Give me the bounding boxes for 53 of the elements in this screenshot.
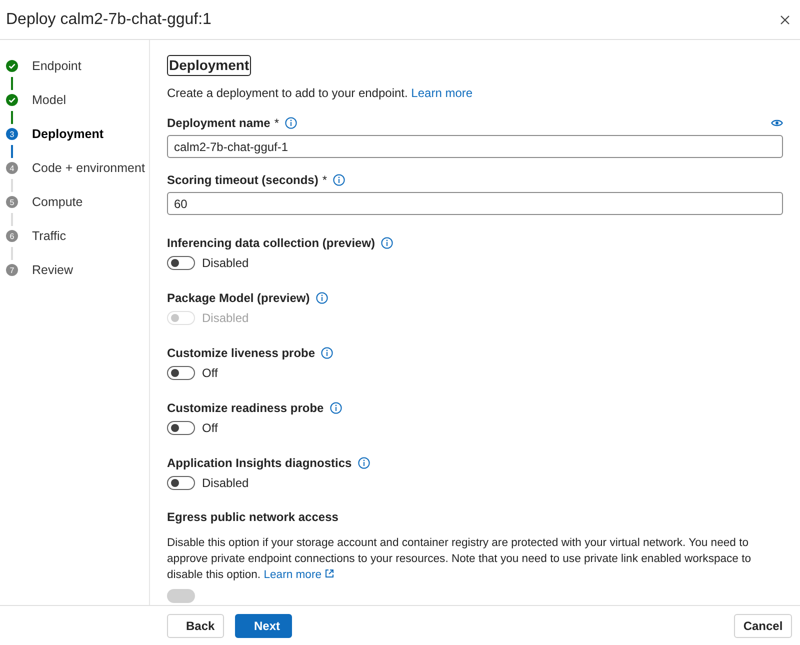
info-icon[interactable] [285, 117, 298, 129]
toggle-switch[interactable] [167, 421, 195, 435]
field-label: Scoring timeout (seconds) [167, 173, 318, 187]
info-icon[interactable] [316, 292, 328, 304]
section-description: Create a deployment to add to your endpoint. Learn more [167, 85, 474, 101]
eye-icon[interactable] [771, 119, 783, 127]
wizard-step[interactable]: Model [32, 93, 66, 107]
learn-more-link[interactable]: Learn more [264, 569, 334, 581]
field-label: Deployment name [167, 116, 270, 130]
close-button[interactable] [778, 12, 792, 26]
info-icon[interactable] [330, 402, 342, 414]
cancel-button[interactable]: Cancel [734, 614, 792, 638]
toggle-switch[interactable] [167, 476, 195, 490]
toggle-state: Disabled [202, 256, 249, 270]
toggle-label: Package Model (preview) [167, 291, 310, 305]
step-number: 7 [6, 264, 18, 276]
toggle-state: Off [202, 421, 218, 435]
step-number: 5 [6, 196, 18, 208]
next-button[interactable]: Next [235, 614, 292, 638]
toggle-label: Customize readiness probe [167, 401, 324, 415]
toggle-switch[interactable] [167, 366, 195, 380]
required-mark: * [322, 173, 328, 187]
toggle-label: Customize liveness probe [167, 346, 316, 360]
toggle-switch[interactable] [167, 256, 195, 270]
info-icon[interactable] [358, 457, 370, 469]
section-subheading: Egress public network access [167, 510, 340, 524]
close-icon [780, 14, 790, 24]
dialog-title: Deploy calm2-7b-chat-gguf:1 [6, 10, 212, 28]
toggle-label: Application Insights diagnostics [167, 456, 352, 470]
required-mark: * [274, 116, 280, 130]
text-field[interactable]: 60 [167, 192, 783, 215]
learn-more-link[interactable]: Learn more [411, 86, 473, 100]
toggle-state: Disabled [202, 476, 249, 490]
wizard-step[interactable]: Review [32, 263, 73, 277]
info-icon[interactable] [321, 347, 334, 359]
egress-description: Disable this option if your storage account and container registry are protected with your virtual network. You need to approve private endpoint connections to your resources. Note that you need to use private link enabled workspace to disable this option. Learn more [167, 536, 752, 583]
toggle-state: Off [202, 366, 218, 380]
info-icon[interactable] [333, 174, 346, 186]
wizard-step[interactable]: Traffic [32, 229, 66, 243]
step-number: 6 [6, 230, 18, 242]
wizard-step[interactable]: Code + environment [32, 161, 145, 175]
toggle-state: Disabled [202, 311, 249, 325]
text-field[interactable]: calm2-7b-chat-gguf-1 [167, 135, 783, 158]
wizard-step[interactable]: Endpoint [32, 59, 82, 73]
step-number: 3 [6, 128, 18, 140]
step-number: 4 [6, 162, 18, 174]
back-button[interactable]: Back [167, 614, 224, 638]
external-link-icon [324, 569, 334, 578]
wizard-step[interactable]: Compute [32, 195, 83, 209]
toggle-label: Inferencing data collection (preview) [167, 236, 376, 250]
wizard-step[interactable]: Deployment [32, 127, 104, 141]
section-heading: Deployment [167, 55, 252, 76]
info-icon[interactable] [381, 237, 394, 249]
